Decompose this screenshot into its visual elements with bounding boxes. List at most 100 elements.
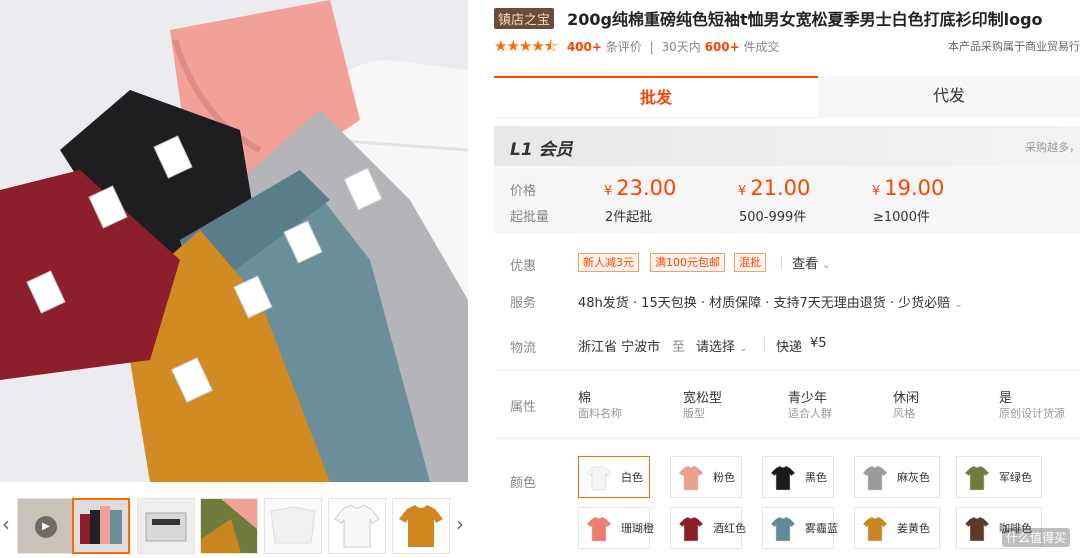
color-swatch-label: 珊瑚橙: [621, 522, 654, 535]
tshirt-icon: [586, 465, 612, 491]
product-detail-panel: 镇店之宝 200g纯棉重磅纯色短袖t恤男女宽松夏季男士白色打底衫印制logo ★…: [494, 0, 1080, 558]
attr-key-original: 原创设计货源: [999, 407, 1065, 420]
thumbnail-white-tee[interactable]: [328, 498, 386, 554]
attr-key-fit: 版型: [683, 407, 705, 420]
color-swatch[interactable]: 珊瑚橙: [578, 507, 654, 549]
thumbnail-orange-tee[interactable]: [392, 498, 450, 554]
divider: [781, 256, 782, 270]
color-swatch-label: 粉色: [713, 471, 735, 484]
watermark: 什么值得买: [1001, 528, 1070, 547]
thumbnail-green-shirt[interactable]: [200, 498, 258, 554]
thumbnail-next-arrow[interactable]: ›: [456, 512, 464, 536]
thumbnail-image: [74, 500, 128, 552]
sales-count: 600+: [704, 40, 740, 54]
attr-value-fit: 宽松型: [683, 391, 723, 406]
rating-row: ★★★★⯪ 400+ 条评价 | 30天内 600+ 件成交 本产品采购属于商业…: [494, 36, 1080, 61]
service-text[interactable]: 48h发货 · 15天包换 · 材质保障 · 支持7天无理由退货 · 少货必赔 …: [578, 292, 963, 311]
attr-key-style: 风格: [893, 407, 915, 420]
thumbnail-strip: ‹ ▶ ›: [0, 494, 470, 558]
thumbnail-image: [138, 499, 194, 553]
attr-value-audience: 青少年: [788, 391, 828, 406]
color-swatch-label: 黑色: [805, 471, 827, 484]
member-tip: 采购越多，: [1025, 141, 1080, 154]
purchase-mode-tabs: 批发 代发: [494, 76, 1080, 118]
thumbnail-image: [265, 499, 321, 553]
service-label: 服务: [510, 296, 537, 311]
price-label: 价格: [510, 184, 537, 199]
main-product-image[interactable]: [0, 0, 468, 482]
logistics-label: 物流: [510, 341, 537, 356]
color-swatch[interactable]: 姜黄色: [854, 507, 940, 549]
colors-label: 颜色: [510, 476, 537, 491]
shop-badge: 镇店之宝: [494, 7, 555, 29]
sales-label: 件成交: [743, 40, 780, 54]
moq-tier-3: ≥1000件: [873, 210, 930, 225]
price-box: L1 会员 采购越多， 价格 起批量 ¥23.00 2件起批 ¥21.00 50…: [494, 126, 1080, 234]
coupon-new-user[interactable]: 新人减3元: [578, 253, 639, 272]
thumbnail-white-pair[interactable]: [264, 498, 322, 554]
carrier: 快递: [776, 340, 803, 355]
ship-to-label: 至: [672, 340, 686, 355]
chevron-down-icon: ⌄: [954, 299, 963, 310]
color-swatch-label: 姜黄色: [897, 522, 930, 535]
moq-tier-1: 2件起批: [605, 210, 653, 225]
divider: [764, 338, 765, 352]
chevron-down-icon: ⌄: [739, 343, 748, 354]
color-swatch[interactable]: 军绿色: [956, 456, 1042, 498]
tab-dropship[interactable]: 代发: [818, 76, 1080, 118]
chevron-down-icon: ⌄: [822, 260, 831, 271]
play-icon: ▶: [35, 516, 57, 538]
color-swatch[interactable]: 麻灰色: [854, 456, 940, 498]
thumbnail-video[interactable]: ▶: [17, 498, 75, 554]
color-swatch-label: 麻灰色: [897, 471, 930, 484]
ship-origin: 浙江省 宁波市: [578, 340, 661, 355]
tshirt-icon: [399, 505, 443, 547]
thumbnail-image: [201, 499, 257, 553]
divider: [494, 370, 1080, 371]
title-row: 镇店之宝 200g纯棉重磅纯色短袖t恤男女宽松夏季男士白色打底衫印制logo: [494, 6, 1043, 30]
attr-key-audience: 适合人群: [788, 407, 832, 420]
divider: [494, 438, 1080, 439]
destination-select[interactable]: 请选择 ⌄: [696, 336, 748, 355]
shipping-fee: ¥5: [810, 336, 827, 351]
moq-tier-2: 500-999件: [739, 210, 807, 225]
tshirt-icon: [770, 465, 796, 491]
color-swatch[interactable]: 雾霾蓝: [762, 507, 838, 549]
tshirt-icon: [862, 516, 888, 542]
price-tier-3: ¥19.00: [872, 176, 945, 200]
thumbnail-folded-shirts[interactable]: [72, 498, 130, 554]
tshirt-icon: [678, 516, 704, 542]
tab-wholesale[interactable]: 批发: [494, 76, 818, 118]
color-swatch-label: 雾霾蓝: [805, 522, 838, 535]
color-swatch[interactable]: 酒红色: [670, 507, 746, 549]
coupon-free-shipping[interactable]: 满100元包邮: [650, 253, 725, 272]
tshirt-icon: [770, 516, 796, 542]
color-swatch-label: 军绿色: [999, 471, 1032, 484]
color-swatch[interactable]: 黑色: [762, 456, 834, 498]
member-level: L1 会员: [510, 140, 573, 160]
review-label[interactable]: 条评价: [606, 40, 642, 54]
image-gallery: ‹ ▶ ›: [0, 0, 470, 558]
color-swatch[interactable]: 白色: [578, 456, 650, 498]
review-count[interactable]: 400+: [567, 40, 602, 54]
sales-period: 30天内: [661, 40, 701, 54]
tshirt-icon: [862, 465, 888, 491]
divider: |: [649, 40, 654, 54]
offers-label: 优惠: [510, 259, 537, 274]
star-rating-icon: ★★★★⯪: [494, 37, 558, 55]
thumbnail-prev-arrow[interactable]: ‹: [2, 512, 10, 536]
price-tier-1: ¥23.00: [604, 176, 677, 200]
color-swatch[interactable]: 粉色: [670, 456, 742, 498]
attr-value-fabric: 棉: [578, 391, 592, 406]
offers-view-link[interactable]: 查看 ⌄: [792, 253, 831, 272]
tshirt-icon: [586, 516, 612, 542]
attr-key-fabric: 面料名称: [578, 407, 622, 420]
member-row: L1 会员 采购越多，: [494, 126, 1080, 166]
folded-shirts-photo: [0, 0, 468, 482]
coupon-mixed-batch[interactable]: 混批: [734, 253, 766, 272]
attr-value-original: 是: [999, 391, 1013, 406]
thumbnail-boxed[interactable]: [137, 498, 195, 554]
tshirt-icon: [334, 504, 380, 548]
trade-notice: 本产品采购属于商业贸易行: [948, 40, 1080, 53]
tshirt-icon: [964, 516, 990, 542]
